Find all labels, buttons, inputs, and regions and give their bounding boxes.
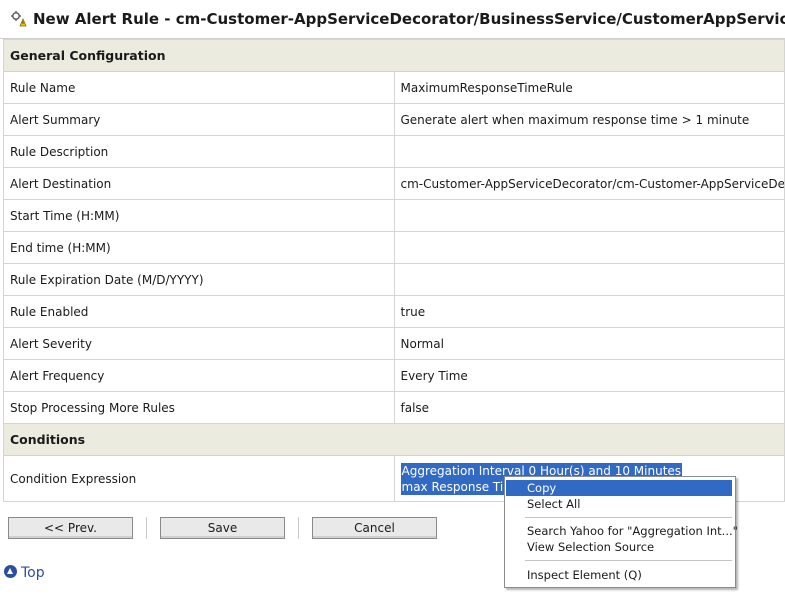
alert-rule-table: General Configuration Rule Name MaximumR… — [3, 39, 785, 502]
field-value — [393, 263, 785, 296]
table-row: Alert Severity Normal — [3, 327, 785, 360]
table-row: Rule Name MaximumResponseTimeRule — [3, 71, 785, 104]
prev-button[interactable]: << Prev. — [8, 517, 133, 539]
top-link[interactable]: Top — [4, 565, 45, 581]
button-divider — [146, 517, 147, 539]
menu-divider — [525, 560, 732, 561]
table-row: Rule Description — [3, 135, 785, 168]
table-row: Alert Destination cm-Customer-AppService… — [3, 167, 785, 200]
arrow-up-icon — [4, 565, 17, 578]
field-value: Every Time — [393, 359, 785, 392]
page-title: New Alert Rule - cm-Customer-AppServiceD… — [33, 10, 785, 28]
field-label: Alert Severity — [3, 327, 395, 360]
field-label: Stop Processing More Rules — [3, 391, 395, 424]
section-general-configuration: General Configuration — [3, 39, 785, 72]
field-value: false — [393, 391, 785, 424]
cancel-button[interactable]: Cancel — [312, 517, 437, 539]
table-row: End time (H:MM) — [3, 231, 785, 264]
field-value — [393, 135, 785, 168]
menu-item-search-yahoo[interactable]: Search Yahoo for "Aggregation Int..." — [506, 523, 738, 539]
field-value — [393, 199, 785, 232]
table-row: Rule Expiration Date (M/D/YYYY) — [3, 263, 785, 296]
title-bar: New Alert Rule - cm-Customer-AppServiceD… — [0, 0, 785, 39]
field-label: Alert Frequency — [3, 359, 395, 392]
menu-item-view-selection-source[interactable]: View Selection Source — [506, 539, 732, 555]
button-divider — [298, 517, 299, 539]
field-label: Rule Expiration Date (M/D/YYYY) — [3, 263, 395, 296]
save-button[interactable]: Save — [160, 517, 285, 539]
menu-item-select-all[interactable]: Select All — [506, 496, 732, 512]
field-value — [393, 231, 785, 264]
field-label: Rule Name — [3, 71, 395, 104]
menu-item-inspect-element[interactable]: Inspect Element (Q) — [506, 567, 732, 583]
field-value: cm-Customer-AppServiceDecorator/cm-Custo… — [393, 167, 785, 200]
field-label: End time (H:MM) — [3, 231, 395, 264]
menu-divider — [525, 517, 732, 518]
field-label: Condition Expression — [3, 455, 395, 502]
field-value: Generate alert when maximum response tim… — [393, 103, 785, 136]
field-label: Alert Destination — [3, 167, 395, 200]
table-row: Stop Processing More Rules false — [3, 391, 785, 424]
field-label: Rule Enabled — [3, 295, 395, 328]
section-title: General Configuration — [3, 39, 785, 72]
field-label: Rule Description — [3, 135, 395, 168]
top-link-label: Top — [21, 565, 45, 581]
field-value: MaximumResponseTimeRule — [393, 71, 785, 104]
menu-item-copy[interactable]: Copy — [506, 480, 732, 496]
table-row: Rule Enabled true — [3, 295, 785, 328]
field-value: Normal — [393, 327, 785, 360]
context-menu: Copy Select All Search Yahoo for "Aggreg… — [504, 476, 738, 588]
field-label: Alert Summary — [3, 103, 395, 136]
section-conditions: Conditions — [3, 423, 785, 456]
field-value: true — [393, 295, 785, 328]
table-row: Start Time (H:MM) — [3, 199, 785, 232]
table-row: Alert Frequency Every Time — [3, 359, 785, 392]
alert-rule-icon — [11, 11, 27, 27]
section-title: Conditions — [3, 423, 785, 456]
table-row: Alert Summary Generate alert when maximu… — [3, 103, 785, 136]
field-label: Start Time (H:MM) — [3, 199, 395, 232]
